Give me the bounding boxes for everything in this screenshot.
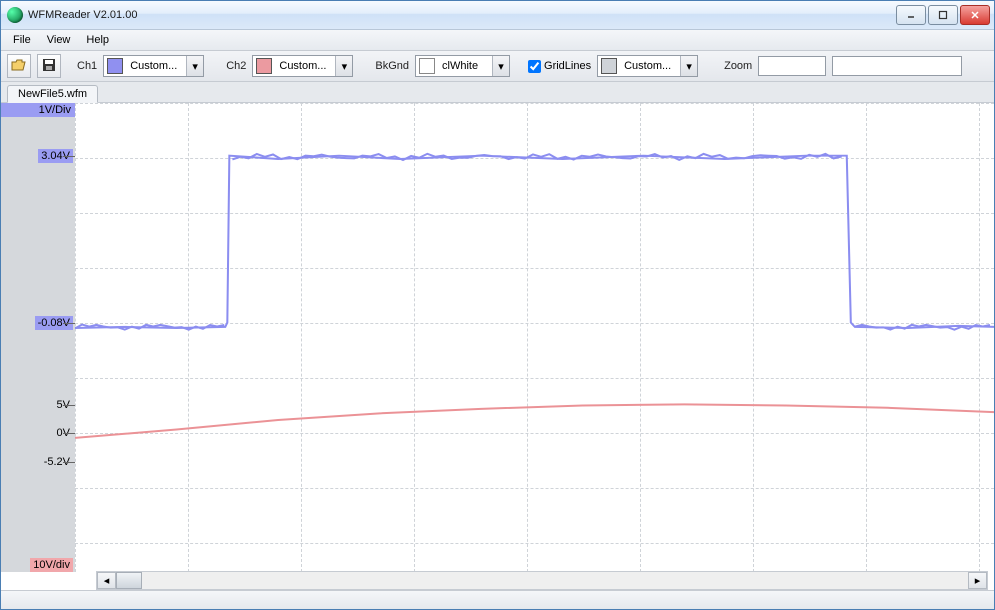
waveform-svg — [75, 103, 994, 572]
zoom-y-input[interactable] — [832, 56, 962, 76]
waveform-plot[interactable] — [75, 103, 994, 572]
chevron-down-icon: ▾ — [186, 56, 203, 76]
menubar: File View Help — [1, 30, 994, 51]
statusbar — [1, 590, 994, 609]
scroll-track[interactable] — [116, 572, 968, 589]
folder-open-icon — [11, 58, 27, 75]
scroll-right-button[interactable]: ▸ — [968, 572, 987, 589]
toolbar: Ch1 Custom... ▾ Ch2 Custom... ▾ BkGnd cl… — [1, 51, 994, 82]
gridlines-checkbox[interactable]: GridLines — [528, 60, 591, 73]
app-icon — [7, 7, 23, 23]
y-axis-tick — [63, 405, 75, 406]
waveform-ch2 — [75, 404, 994, 438]
bg-color-text: clWhite — [438, 60, 492, 72]
window-buttons — [896, 5, 990, 25]
menu-view[interactable]: View — [39, 32, 79, 48]
gridlines-checkbox-input[interactable] — [528, 60, 541, 73]
window-title: WFMReader V2.01.00 — [28, 9, 896, 21]
grid-color-combo[interactable]: Custom... ▾ — [597, 55, 698, 77]
horizontal-scrollbar[interactable]: ◂ ▸ — [96, 571, 988, 590]
menu-file[interactable]: File — [5, 32, 39, 48]
chevron-down-icon: ▾ — [680, 56, 697, 76]
ch1-label: Ch1 — [77, 60, 97, 72]
chart-area: 1V/Div 3.04V-0.08V5V0V-5.2V10V/div ◂ ▸ — [1, 103, 994, 590]
ch1-color-swatch — [107, 58, 123, 74]
titlebar: WFMReader V2.01.00 — [1, 1, 994, 30]
grid-color-swatch — [601, 58, 617, 74]
minimize-button[interactable] — [896, 5, 926, 25]
save-button[interactable] — [37, 54, 61, 78]
ch1-color-combo[interactable]: Custom... ▾ — [103, 55, 204, 77]
zoom-label: Zoom — [724, 60, 752, 72]
ch2-color-swatch — [256, 58, 272, 74]
y-axis-tick — [63, 156, 75, 157]
bg-color-combo[interactable]: clWhite ▾ — [415, 55, 510, 77]
menu-help[interactable]: Help — [78, 32, 117, 48]
ch1-scale-badge: 1V/Div — [1, 103, 75, 117]
ch2-label: Ch2 — [226, 60, 246, 72]
ch2-color-text: Custom... — [275, 60, 335, 72]
chevron-down-icon: ▾ — [492, 56, 509, 76]
waveform-ch1 — [75, 156, 994, 328]
tab-file[interactable]: NewFile5.wfm — [7, 85, 98, 103]
bg-label: BkGnd — [375, 60, 409, 72]
close-button[interactable] — [960, 5, 990, 25]
ch1-color-text: Custom... — [126, 60, 186, 72]
zoom-x-input[interactable] — [758, 56, 826, 76]
y-axis-tick — [63, 462, 75, 463]
maximize-button[interactable] — [928, 5, 958, 25]
y-axis-gutter: 1V/Div 3.04V-0.08V5V0V-5.2V10V/div — [1, 103, 75, 572]
bg-color-swatch — [419, 58, 435, 74]
gridlines-checkbox-label: GridLines — [544, 60, 591, 72]
grid-color-text: Custom... — [620, 60, 680, 72]
save-icon — [42, 58, 56, 75]
ch2-scale-badge: 10V/div — [30, 558, 73, 572]
scroll-thumb[interactable] — [116, 572, 142, 589]
app-window: WFMReader V2.01.00 File View Help — [0, 0, 995, 610]
tabstrip: NewFile5.wfm — [1, 82, 994, 103]
scroll-left-button[interactable]: ◂ — [97, 572, 116, 589]
chevron-down-icon: ▾ — [335, 56, 352, 76]
y-axis-tick — [63, 433, 75, 434]
open-button[interactable] — [7, 54, 31, 78]
ch2-color-combo[interactable]: Custom... ▾ — [252, 55, 353, 77]
y-axis-tick — [63, 323, 75, 324]
